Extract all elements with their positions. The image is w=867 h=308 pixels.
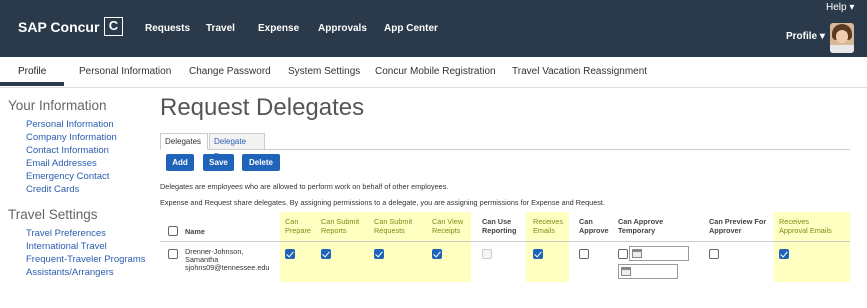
can-submit-requests-checkbox[interactable] [374, 249, 384, 259]
add-button[interactable]: Add [166, 154, 194, 171]
nav-approvals[interactable]: Approvals [318, 23, 367, 34]
select-all-checkbox[interactable] [168, 226, 178, 236]
sidebar-assistants-arrangers[interactable]: Assistants/Arrangers [26, 267, 114, 278]
subnav-system-settings[interactable]: System Settings [288, 66, 360, 77]
header-can-use-reporting: Can Use Reporting [482, 217, 517, 235]
header-can-approve-temporary: Can Approve Temporary [618, 217, 664, 235]
header-can-submit-requests: Can Submit Requests [374, 217, 413, 235]
can-submit-reports-checkbox[interactable] [321, 249, 331, 259]
header-receives-approval-emails: Receives Approval Emails [779, 217, 832, 235]
travel-settings-title: Travel Settings [8, 207, 98, 222]
sidebar-company-information[interactable]: Company Information [26, 132, 117, 143]
header-can-approve: Can Approve [579, 217, 609, 235]
delegates-description: Delegates are employees who are allowed … [160, 182, 449, 191]
concur-logo-mark[interactable]: C [104, 17, 123, 36]
can-prepare-checkbox[interactable] [285, 249, 295, 259]
row-select-checkbox[interactable] [168, 249, 178, 259]
header-divider [160, 241, 850, 242]
calendar-icon[interactable] [621, 267, 631, 276]
can-approve-temporary-checkbox[interactable] [618, 249, 628, 259]
subnav-travel-vacation-reassignment[interactable]: Travel Vacation Reassignment [512, 66, 647, 77]
delegate-email: sjohns09@tennessee.edu [185, 263, 270, 272]
subnav-profile[interactable]: Profile [18, 66, 46, 77]
calendar-icon[interactable] [632, 249, 642, 258]
subnav-change-password[interactable]: Change Password [189, 66, 271, 77]
sap-concur-logo[interactable]: SAP Concur [18, 19, 99, 35]
nav-requests[interactable]: Requests [145, 23, 190, 34]
header-can-preview-for-approver: Can Preview For Approver [709, 217, 767, 235]
sidebar-frequent-traveler-programs[interactable]: Frequent-Traveler Programs [26, 254, 146, 265]
can-preview-for-approver-checkbox[interactable] [709, 249, 719, 259]
temporary-start-date-field[interactable] [629, 246, 689, 261]
help-menu[interactable]: Help ▾ [826, 2, 854, 13]
active-tab-indicator [0, 82, 64, 86]
tab-delegate-for[interactable]: Delegate For [209, 133, 265, 161]
sidebar-international-travel[interactable]: International Travel [26, 241, 107, 252]
temporary-end-date-field[interactable] [618, 264, 678, 279]
permissions-description: Expense and Request share delegates. By … [160, 198, 605, 207]
sidebar-emergency-contact[interactable]: Emergency Contact [26, 171, 109, 182]
top-bar: SAP Concur C Requests Travel Expense App… [0, 0, 867, 57]
page-title: Request Delegates [160, 94, 365, 121]
can-use-reporting-checkbox[interactable] [482, 249, 492, 259]
header-receives-emails: Receives Emails [533, 217, 564, 235]
sidebar-credit-cards[interactable]: Credit Cards [26, 184, 79, 195]
save-button[interactable]: Save [203, 154, 234, 171]
header-can-view-receipts: Can View Receipts [432, 217, 464, 235]
receives-emails-checkbox[interactable] [533, 249, 543, 259]
can-approve-checkbox[interactable] [579, 249, 589, 259]
subnav-personal-information[interactable]: Personal Information [79, 66, 171, 77]
header-name: Name [185, 227, 205, 236]
delete-button[interactable]: Delete [242, 154, 280, 171]
profile-subnav: Profile Personal Information Change Pass… [0, 57, 867, 88]
can-view-receipts-checkbox[interactable] [432, 249, 442, 259]
header-can-prepare: Can Prepare [285, 217, 311, 235]
sidebar-personal-information[interactable]: Personal Information [26, 119, 114, 130]
tab-delegates[interactable]: Delegates [160, 133, 208, 150]
nav-app-center[interactable]: App Center [384, 23, 438, 34]
nav-travel[interactable]: Travel [206, 23, 235, 34]
subnav-concur-mobile-registration[interactable]: Concur Mobile Registration [375, 66, 496, 77]
sidebar-contact-information[interactable]: Contact Information [26, 145, 109, 156]
avatar[interactable] [830, 23, 854, 53]
sidebar-email-addresses[interactable]: Email Addresses [26, 158, 97, 169]
receives-approval-emails-checkbox[interactable] [779, 249, 789, 259]
sidebar-travel-preferences[interactable]: Travel Preferences [26, 228, 106, 239]
header-can-submit-reports: Can Submit Reports [321, 217, 360, 235]
nav-expense[interactable]: Expense [258, 23, 299, 34]
profile-menu[interactable]: Profile ▾ [786, 31, 825, 42]
your-information-title: Your Information [8, 98, 107, 113]
